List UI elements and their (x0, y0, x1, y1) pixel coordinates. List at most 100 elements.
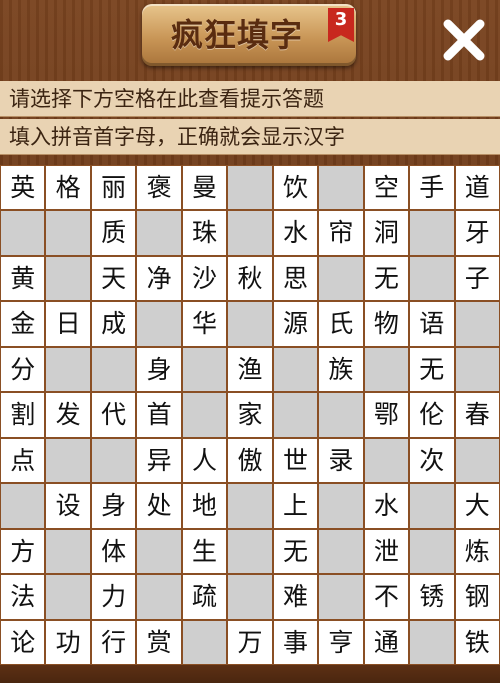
grid-cell: 珠 (182, 211, 227, 255)
grid-cell-empty[interactable] (410, 484, 454, 528)
grid-cell: 无 (273, 529, 318, 574)
grid-cell: 泄 (364, 529, 409, 574)
grid-cell: 渔 (228, 347, 272, 392)
grid-cell: 秋 (228, 256, 272, 301)
grid-cell: 春 (455, 393, 499, 437)
grid-cell-empty[interactable] (319, 484, 363, 528)
grid-cell: 炼 (455, 529, 499, 574)
grid-cell: 道 (455, 166, 499, 210)
grid-cell-empty[interactable] (1, 484, 45, 528)
grid-cell-empty[interactable] (410, 211, 454, 255)
grid-cell: 难 (273, 575, 318, 619)
grid-cell-empty[interactable] (137, 211, 181, 255)
grid-cell-empty[interactable] (319, 575, 363, 619)
grid-cell-empty[interactable] (410, 256, 454, 301)
grid-cell-empty[interactable] (137, 302, 181, 346)
hint-line-1: 请选择下方空格在此查看提示答题 (0, 81, 500, 117)
grid-cell-empty[interactable] (319, 166, 363, 210)
grid-cell-empty[interactable] (455, 347, 499, 392)
grid-cell-empty[interactable] (455, 302, 499, 346)
grid-cell: 洞 (364, 211, 409, 255)
grid-cell: 地 (182, 484, 227, 528)
grid-cell-empty[interactable] (319, 393, 363, 437)
grid-cell-empty[interactable] (364, 347, 409, 392)
grid-cell: 大 (455, 484, 499, 528)
grid-cell-empty[interactable] (91, 438, 136, 483)
grid-cell-empty[interactable] (46, 438, 90, 483)
grid-cell-empty[interactable] (46, 575, 90, 619)
grid-cell-empty[interactable] (91, 347, 136, 392)
grid-cell: 通 (364, 620, 409, 664)
game-logo: 疯狂填字 3 (142, 4, 356, 66)
grid-cell: 无 (410, 347, 454, 392)
grid-cell: 万 (228, 620, 272, 664)
grid-cell-empty[interactable] (228, 211, 272, 255)
grid-cell: 发 (46, 393, 90, 437)
grid-cell-empty[interactable] (182, 620, 227, 664)
grid-cell-empty[interactable] (319, 529, 363, 574)
grid-cell: 处 (137, 484, 181, 528)
grid-cell: 水 (273, 211, 318, 255)
grid-cell-empty[interactable] (228, 484, 272, 528)
grid-cell: 华 (182, 302, 227, 346)
grid-cell-empty[interactable] (455, 438, 499, 483)
grid-cell: 净 (137, 256, 181, 301)
grid-cell-empty[interactable] (137, 575, 181, 619)
grid-cell-empty[interactable] (1, 211, 45, 255)
grid-cell: 质 (91, 211, 136, 255)
grid-cell-empty[interactable] (228, 575, 272, 619)
grid-cell-empty[interactable] (137, 529, 181, 574)
grid-cell-empty[interactable] (228, 302, 272, 346)
bottom-edge (0, 665, 500, 683)
grid-cell: 族 (319, 347, 363, 392)
hint-line-2: 填入拼音首字母，正确就会显示汉字 (0, 119, 500, 155)
grid-cell: 生 (182, 529, 227, 574)
grid-cell-empty[interactable] (182, 393, 227, 437)
grid-cell: 方 (1, 529, 45, 574)
grid-cell: 褒 (137, 166, 181, 210)
grid-cell-empty[interactable] (410, 620, 454, 664)
close-icon[interactable] (438, 14, 490, 66)
grid-cell-empty[interactable] (46, 211, 90, 255)
grid-cell: 子 (455, 256, 499, 301)
grid-cell-empty[interactable] (319, 256, 363, 301)
grid-cell: 功 (46, 620, 90, 664)
grid-cell: 锈 (410, 575, 454, 619)
grid-cell: 行 (91, 620, 136, 664)
grid-cell: 沙 (182, 256, 227, 301)
logo-title: 疯狂填字 (170, 16, 303, 54)
grid-cell: 黄 (1, 256, 45, 301)
grid-cell: 次 (410, 438, 454, 483)
grid-cell-empty[interactable] (46, 347, 90, 392)
level-badge: 3 (328, 8, 354, 42)
grid-cell: 天 (91, 256, 136, 301)
grid-cell-empty[interactable] (46, 256, 90, 301)
grid-cell: 体 (91, 529, 136, 574)
grid-cell-empty[interactable] (228, 166, 272, 210)
grid-cell: 金 (1, 302, 45, 346)
grid-cell-empty[interactable] (410, 529, 454, 574)
grid-cell: 手 (410, 166, 454, 210)
grid-cell: 首 (137, 393, 181, 437)
grid-cell: 日 (46, 302, 90, 346)
grid-cell: 牙 (455, 211, 499, 255)
grid-cell: 疏 (182, 575, 227, 619)
grid-cell: 空 (364, 166, 409, 210)
crossword-grid: 英格丽褒曼饮空手道质珠水帘洞牙黄天净沙秋思无子金日成华源氏物语分身渔族无割发代首… (0, 165, 500, 665)
grid-cell: 身 (91, 484, 136, 528)
grid-cell: 源 (273, 302, 318, 346)
grid-cell: 家 (228, 393, 272, 437)
grid-cell-empty[interactable] (46, 529, 90, 574)
grid-cell-empty[interactable] (364, 438, 409, 483)
grid-cell: 亨 (319, 620, 363, 664)
grid-cell: 思 (273, 256, 318, 301)
grid-cell: 傲 (228, 438, 272, 483)
grid-cell-empty[interactable] (228, 529, 272, 574)
grid-cell: 分 (1, 347, 45, 392)
grid-cell-empty[interactable] (273, 347, 318, 392)
grid-cell: 赏 (137, 620, 181, 664)
grid-cell: 设 (46, 484, 90, 528)
grid-cell-empty[interactable] (273, 393, 318, 437)
grid-cell: 伦 (410, 393, 454, 437)
grid-cell-empty[interactable] (182, 347, 227, 392)
